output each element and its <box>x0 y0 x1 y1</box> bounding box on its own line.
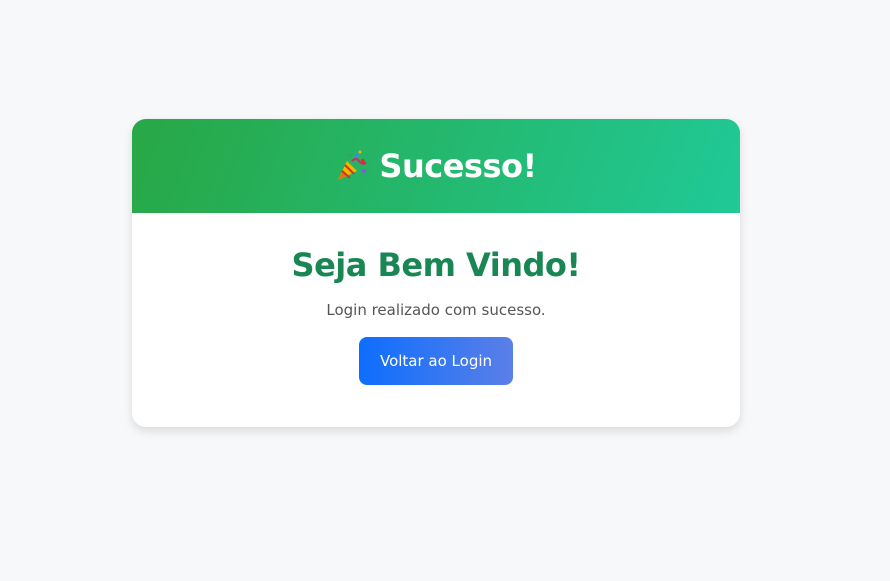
header-title-text: Sucesso! <box>379 147 537 185</box>
success-message: Login realizado com sucesso. <box>326 301 546 319</box>
welcome-heading: Seja Bem Vindo! <box>291 246 581 284</box>
success-card: Sucesso! Seja Bem Vindo! Login realizado… <box>132 119 740 427</box>
card-body: Seja Bem Vindo! Login realizado com suce… <box>132 213 740 385</box>
card-header: Sucesso! <box>132 119 740 213</box>
party-popper-icon <box>335 149 369 183</box>
back-to-login-button[interactable]: Voltar ao Login <box>359 337 513 385</box>
header-title: Sucesso! <box>335 147 537 185</box>
